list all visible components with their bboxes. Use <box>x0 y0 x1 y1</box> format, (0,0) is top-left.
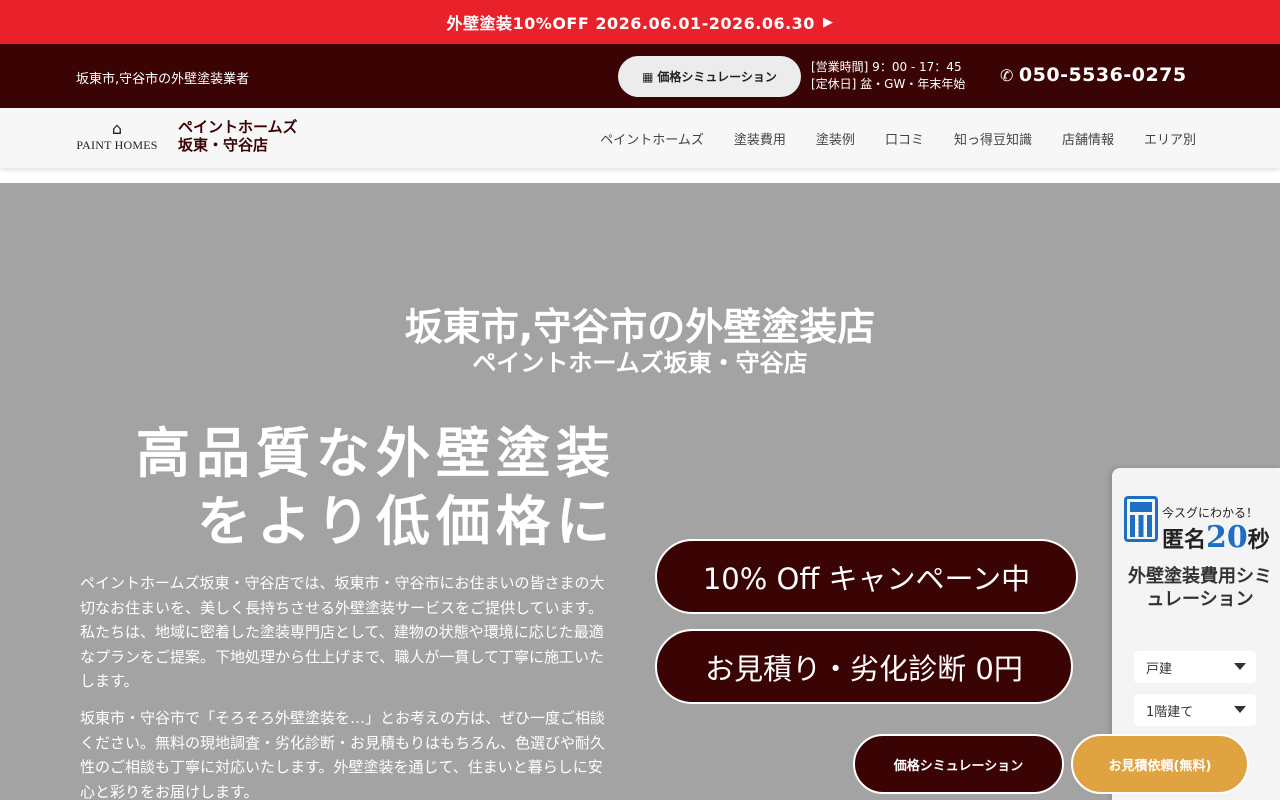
nav-item-areas[interactable]: エリア別 <box>1144 129 1196 148</box>
hero-description-1: ペイントホームズ坂東・守谷店では、坂東市・守谷市にお住まいの皆さまの大切なお住ま… <box>80 574 605 690</box>
main-header: ⌂ PAINT HOMES ペイントホームズ 坂東・守谷店 ペイントホームズ 塗… <box>0 108 1280 168</box>
catch-line-2: をより低価格に <box>197 490 616 553</box>
price-simulation-label: 価格シミュレーション <box>657 70 777 84</box>
calculator-icon <box>1124 496 1158 542</box>
anonymous-seconds: 匿名20秒 <box>1162 520 1270 555</box>
anon-number: 20 <box>1206 520 1248 555</box>
holiday-line: [定休日] 盆・GW・年末年始 <box>811 77 966 91</box>
anon-suffix: 秒 <box>1247 528 1270 553</box>
chevron-down-icon <box>1234 706 1246 713</box>
house-icon: ⌂ <box>111 119 123 138</box>
nav-item-store-info[interactable]: 店舗情報 <box>1062 129 1114 148</box>
hero-description-2: 坂東市・守谷市で「そろそろ外壁塗装を…」とお考えの方は、ぜひ一度ご相談ください。… <box>80 709 606 800</box>
nav-item-cost[interactable]: 塗装費用 <box>734 129 786 148</box>
floating-simulation-button[interactable]: 価格シミュレーション <box>853 734 1064 794</box>
floors-select[interactable]: 1階建て <box>1134 694 1256 726</box>
phone-number: 050-5536-0275 <box>1018 64 1187 86</box>
play-arrow-icon: ▶ <box>822 14 834 30</box>
floating-estimate-button[interactable]: お見積依頼(無料) <box>1071 734 1249 794</box>
nav-item-tips[interactable]: 知っ得豆知識 <box>954 129 1032 148</box>
business-hours: [営業時間] 9：00 - 17：45 [定休日] 盆・GW・年末年始 <box>811 59 965 93</box>
store-name-line1: ペイントホームズ <box>178 118 298 136</box>
nav-item-examples[interactable]: 塗装例 <box>816 129 855 148</box>
phone-link[interactable]: ✆ 050-5536-0275 <box>1000 64 1187 86</box>
floors-value: 1階建て <box>1146 704 1194 720</box>
campaign-badge: 10% Off キャンペーン中 <box>655 539 1078 614</box>
tagline: 坂東市,守谷市の外壁塗装業者 <box>76 72 250 87</box>
nav-item-reviews[interactable]: 口コミ <box>885 129 924 148</box>
store-name-line2: 坂東・守谷店 <box>178 136 269 154</box>
promo-banner[interactable]: 外壁塗装10%OFF 2026.06.01-2026.06.30 ▶ <box>0 0 1280 44</box>
logo[interactable]: ⌂ PAINT HOMES <box>72 120 162 156</box>
catch-line-1: 高品質な外壁塗装 <box>136 422 616 485</box>
anon-prefix: 匿名 <box>1162 528 1207 553</box>
free-diagnosis-badge: お見積り・劣化診断 0円 <box>655 629 1073 704</box>
phone-icon: ✆ <box>1000 65 1014 85</box>
building-type-select[interactable]: 戸建 <box>1134 651 1256 683</box>
hours-line: [営業時間] 9：00 - 17：45 <box>811 60 962 74</box>
price-simulation-button[interactable]: ▦ 価格シミュレーション <box>618 56 801 97</box>
instant-label: 今スグにわかる！ <box>1162 506 1259 520</box>
logo-text: PAINT HOMES <box>76 138 158 152</box>
main-nav: ペイントホームズ 塗装費用 塗装例 口コミ 知っ得豆知識 店舗情報 エリア別 <box>600 108 1196 168</box>
nav-item-painthomes[interactable]: ペイントホームズ <box>600 129 704 148</box>
hero-subtitle: ペイントホームズ坂東・守谷店 <box>472 349 808 377</box>
simulation-title: 外壁塗装費用シミュレーション <box>1128 566 1272 610</box>
hero-section: 坂東市,守谷市の外壁塗装店 ペイントホームズ坂東・守谷店 高品質な外壁塗装 をよ… <box>0 183 1280 800</box>
store-name[interactable]: ペイントホームズ 坂東・守谷店 <box>178 118 298 154</box>
catch-copy: 高品質な外壁塗装 をより低価格に <box>136 420 616 556</box>
top-info-bar: 坂東市,守谷市の外壁塗装業者 ▦ 価格シミュレーション [営業時間] 9：00 … <box>0 44 1280 108</box>
promo-text: 外壁塗装10%OFF 2026.06.01-2026.06.30 <box>446 14 815 33</box>
calculator-icon: ▦ <box>642 69 654 84</box>
building-type-value: 戸建 <box>1146 661 1173 677</box>
chevron-down-icon <box>1234 663 1246 670</box>
